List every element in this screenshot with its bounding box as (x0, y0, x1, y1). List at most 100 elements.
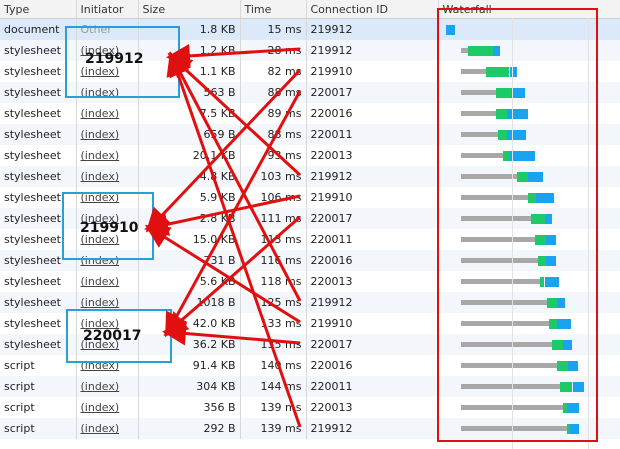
column-header-initiator[interactable]: Initiator (75, 0, 138, 19)
time-cell: 139 ms (239, 397, 306, 418)
waterfall-cell (437, 292, 620, 313)
type-cell: stylesheet (0, 208, 76, 229)
table-row[interactable]: stylesheet (index) 7.5 KB 89 ms 220016 (0, 103, 620, 124)
time-cell: 28 ms (239, 40, 306, 61)
table-row[interactable]: stylesheet (index) 5.6 KB 118 ms 220013 (0, 271, 620, 292)
type-cell: stylesheet (4, 149, 61, 162)
size-cell: 5.9 KB (137, 187, 240, 208)
waterfall-wait-segment (460, 195, 528, 200)
waterfall-ttfb-segment (498, 130, 507, 140)
waterfall-wait-segment (460, 321, 549, 326)
waterfall-wait-segment (460, 90, 496, 95)
waterfall-dl-segment (557, 319, 572, 329)
initiator-link[interactable]: (index) (75, 124, 138, 145)
initiator-link[interactable]: (index) (75, 166, 138, 187)
waterfall-cell (437, 82, 620, 103)
waterfall-dl-segment (506, 130, 527, 140)
initiator-link[interactable]: (index) (75, 187, 138, 208)
waterfall-gridline (512, 18, 513, 449)
waterfall-cell (437, 334, 620, 355)
table-row[interactable]: stylesheet (index) 4.8 KB 103 ms 219912 (0, 166, 620, 187)
type-cell: script (4, 401, 35, 414)
waterfall-wait-segment (460, 111, 496, 116)
waterfall-dl-segment (506, 109, 528, 119)
size-cell: 15.0 KB (137, 229, 240, 250)
time-cell: 89 ms (239, 103, 306, 124)
connection-id-cell: 220011 (305, 124, 438, 145)
column-header-waterfall[interactable]: Waterfall (437, 0, 620, 19)
column-header-time[interactable]: Time (239, 0, 306, 19)
type-cell: script (0, 376, 76, 397)
waterfall-cell (437, 397, 620, 418)
table-row[interactable]: document Other 1.8 KB 15 ms 219912 (0, 18, 620, 40)
connection-id-cell: 220016 (305, 355, 438, 376)
initiator-link[interactable]: (index) (75, 103, 138, 124)
waterfall-gridline (588, 18, 589, 449)
initiator-link[interactable]: (index) (75, 250, 138, 271)
table-row[interactable]: script (index) 91.4 KB 140 ms 220016 (0, 355, 620, 376)
waterfall-dl-segment (445, 25, 456, 35)
time-cell: 140 ms (239, 355, 306, 376)
column-header-size[interactable]: Size (137, 0, 240, 19)
column-header-connection-id[interactable]: Connection ID (305, 0, 438, 19)
table-row[interactable]: stylesheet (index) 20.1 KB 93 ms 220013 (0, 145, 620, 166)
table-row[interactable]: stylesheet (index) 1018 B 125 ms 219912 (0, 292, 620, 313)
connection-id-cell: 220013 (305, 271, 438, 292)
annotation-label-219912: 219912 (85, 51, 144, 67)
connection-id-cell: 219912 (305, 166, 438, 187)
waterfall-cell (437, 40, 620, 61)
time-cell: 15 ms (239, 18, 306, 40)
time-cell: 133 ms (239, 313, 306, 334)
waterfall-cell (437, 250, 620, 271)
initiator-link[interactable]: (index) (75, 145, 138, 166)
size-cell: 1.2 KB (137, 40, 240, 61)
table-row[interactable]: stylesheet (index) 731 B 116 ms 220016 (0, 250, 620, 271)
size-cell: 36.2 KB (137, 334, 240, 355)
time-cell: 135 ms (239, 334, 306, 355)
waterfall-cell (437, 376, 620, 397)
table-row[interactable]: script (index) 356 B 139 ms 220013 (0, 397, 620, 418)
waterfall-wait-segment (460, 279, 541, 284)
waterfall-cell (437, 103, 620, 124)
table-row[interactable]: stylesheet (index) 563 B 88 ms 220017 (0, 82, 620, 103)
type-cell: script (0, 418, 76, 439)
time-cell: 106 ms (239, 187, 306, 208)
connection-id-cell: 219912 (305, 418, 438, 439)
waterfall-dl-segment (544, 277, 559, 287)
waterfall-wait-segment (460, 153, 503, 158)
initiator-link[interactable]: (index) (75, 82, 138, 103)
initiator-link[interactable]: (index) (75, 376, 138, 397)
waterfall-wait-segment (460, 426, 567, 431)
table-row[interactable]: script (index) 304 KB 144 ms 220011 (0, 376, 620, 397)
waterfall-dl-segment (569, 424, 580, 434)
initiator-link[interactable]: (index) (75, 271, 138, 292)
table-row[interactable]: stylesheet (index) 5.9 KB 106 ms 219910 (0, 187, 620, 208)
column-header-type[interactable]: Type (0, 0, 76, 19)
waterfall-wait-segment (460, 174, 517, 179)
connection-id-cell: 220017 (305, 208, 438, 229)
time-cell: 82 ms (239, 61, 306, 82)
waterfall-cell (437, 271, 620, 292)
waterfall-cell (437, 313, 620, 334)
initiator-link[interactable]: (index) (75, 397, 138, 418)
waterfall-dl-segment (562, 340, 573, 350)
table-row[interactable]: script (index) 292 B 139 ms 219912 (0, 418, 620, 439)
waterfall-dl-segment (545, 235, 556, 245)
connection-id-cell: 219910 (305, 313, 438, 334)
table-row[interactable]: stylesheet (index) 659 B 88 ms 220011 (0, 124, 620, 145)
initiator-link[interactable]: (index) (75, 418, 138, 439)
connection-id-cell: 220013 (305, 397, 438, 418)
waterfall-cell (437, 124, 620, 145)
waterfall-dl-segment (568, 361, 579, 371)
initiator-link[interactable]: (index) (75, 355, 138, 376)
type-cell: stylesheet (4, 275, 61, 288)
waterfall-ttfb-segment (551, 340, 563, 350)
type-cell: stylesheet (4, 191, 61, 204)
initiator-link[interactable]: (index) (75, 292, 138, 313)
time-cell: 88 ms (239, 124, 306, 145)
time-cell: 93 ms (239, 145, 306, 166)
size-cell: 563 B (137, 82, 240, 103)
waterfall-ttfb-segment (534, 235, 546, 245)
waterfall-cell (437, 18, 620, 40)
connection-id-cell: 219912 (305, 292, 438, 313)
